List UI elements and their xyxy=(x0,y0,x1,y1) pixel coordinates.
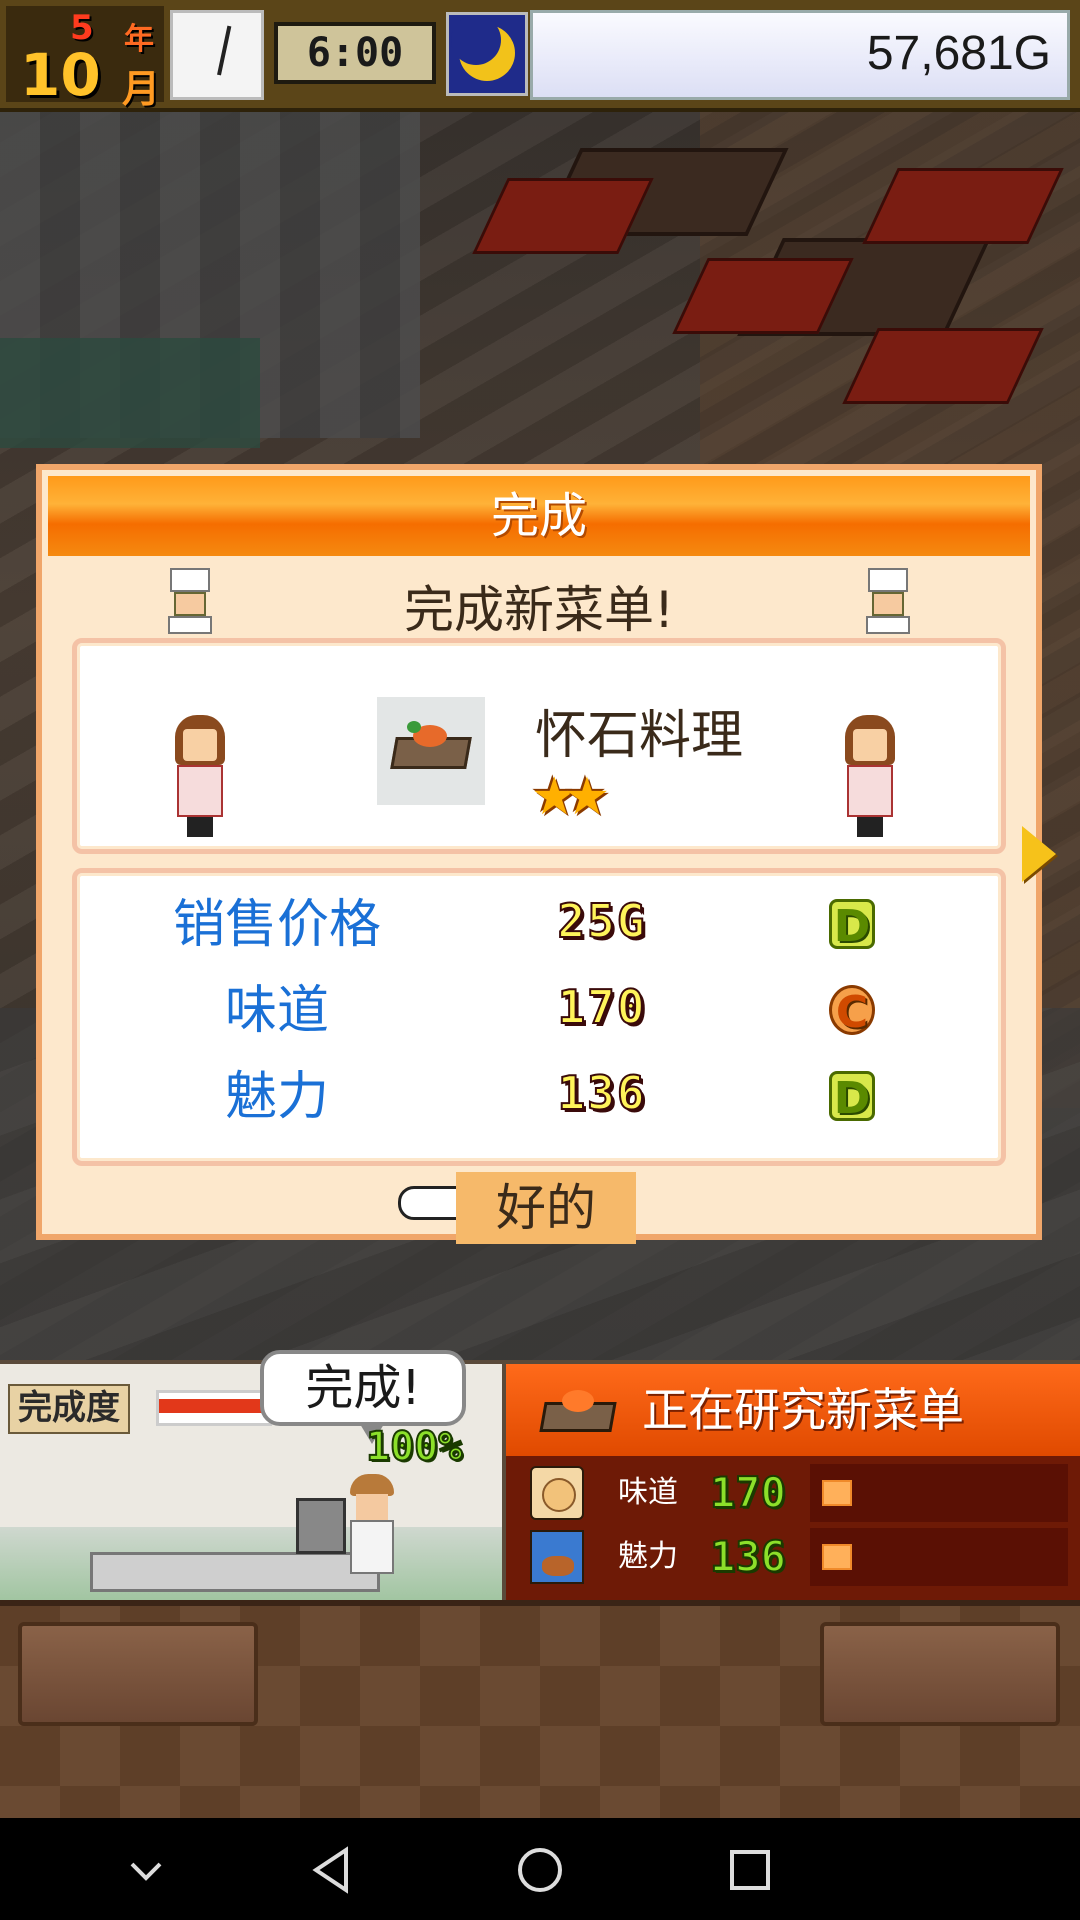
money-display: 57,681G xyxy=(530,10,1070,100)
charm-icon xyxy=(530,1530,584,1584)
star-rating: ★★ xyxy=(531,771,610,823)
left-slot-button[interactable] xyxy=(18,1622,258,1726)
stat-label: 魅力 xyxy=(224,1067,329,1127)
stat-row-taste: 味道 170 C xyxy=(77,971,1001,1051)
research-row-value: 136 xyxy=(709,1531,787,1582)
date-display: 5 年 10 月 xyxy=(6,6,164,111)
dish-name: 怀石料理 xyxy=(535,706,744,766)
waitress-icon xyxy=(837,715,903,837)
grade-badge: C xyxy=(829,985,875,1038)
stat-row-price: 销售价格 25G D xyxy=(77,885,1001,965)
time-display: 6:00 xyxy=(274,22,436,84)
stat-value: 136 xyxy=(556,1066,647,1120)
grade-badge: D xyxy=(829,1071,875,1124)
dish-panel: 怀石料理 ★★ xyxy=(72,638,1006,854)
sofa xyxy=(862,168,1064,244)
completion-dialog: 完成 完成新菜单! 怀石料理 ★★ 销售价格 25G D 味道 170 C 魅力… xyxy=(36,464,1056,1244)
research-row-bar xyxy=(822,1480,852,1506)
progress-bar xyxy=(156,1390,272,1426)
progress-fill xyxy=(159,1399,269,1413)
kitchen-view: 完成度 完成! 100% xyxy=(0,1350,506,1604)
next-arrow-icon[interactable] xyxy=(1022,826,1056,882)
system-nav-bar xyxy=(0,1818,1080,1920)
pot-icon xyxy=(296,1498,346,1554)
ok-area: 好的 xyxy=(42,1164,1036,1244)
grade-badge: D xyxy=(829,899,875,952)
stat-label: 味道 xyxy=(224,981,329,1041)
waitress-icon xyxy=(167,715,233,837)
right-slot-button[interactable] xyxy=(820,1622,1060,1726)
sofa xyxy=(842,328,1044,404)
moon-icon xyxy=(446,12,528,96)
cook-icon xyxy=(344,1474,400,1574)
progress-percent: 100% xyxy=(365,1423,463,1471)
chevron-down-icon[interactable] xyxy=(116,1840,176,1900)
dialog-title: 完成 xyxy=(48,476,1030,556)
research-header: 正在研究新菜单 xyxy=(506,1364,1080,1456)
back-icon[interactable] xyxy=(302,1840,362,1900)
dish-icon xyxy=(539,1382,617,1436)
clock-icon xyxy=(170,10,264,100)
year-unit: 年 xyxy=(124,22,154,57)
research-row-label: 味道 xyxy=(618,1475,678,1510)
research-row-taste: 味道 170 xyxy=(520,1464,1068,1522)
taste-icon xyxy=(530,1466,584,1520)
home-icon[interactable] xyxy=(510,1840,570,1900)
stat-row-charm: 魅力 136 D xyxy=(77,1057,1001,1137)
stat-label: 销售价格 xyxy=(172,895,381,955)
research-status: 完成度 完成! 100% 正在研究新菜单 味道 170 魅力 136 xyxy=(0,1350,1080,1604)
month-unit: 月 xyxy=(122,67,161,111)
chef-icon xyxy=(860,568,916,634)
research-row-value: 170 xyxy=(709,1467,787,1518)
stats-panel: 销售价格 25G D 味道 170 C 魅力 136 D xyxy=(72,868,1006,1166)
month-number: 10 xyxy=(20,41,101,109)
bottom-panel xyxy=(0,1600,1080,1824)
research-row-charm: 魅力 136 xyxy=(520,1528,1068,1586)
sofa xyxy=(472,178,654,254)
research-title: 正在研究新菜单 xyxy=(642,1383,964,1437)
progress-label: 完成度 xyxy=(8,1384,130,1434)
kitchen-counter xyxy=(90,1552,380,1592)
stat-value: 170 xyxy=(556,980,647,1034)
top-hud: 5 年 10 月 6:00 57,681G xyxy=(0,0,1080,112)
kitchen-floor xyxy=(0,338,260,448)
stat-value: 25G xyxy=(556,894,647,948)
research-row-bar xyxy=(822,1544,852,1570)
star-icon: ★ xyxy=(563,767,611,827)
ok-button[interactable]: 好的 xyxy=(456,1172,636,1244)
research-row-label: 魅力 xyxy=(618,1539,678,1574)
dish-icon xyxy=(377,697,485,805)
speech-bubble: 完成! xyxy=(260,1350,466,1444)
recent-apps-icon[interactable] xyxy=(720,1840,780,1900)
research-panel: 正在研究新菜单 味道 170 魅力 136 xyxy=(506,1364,1080,1604)
